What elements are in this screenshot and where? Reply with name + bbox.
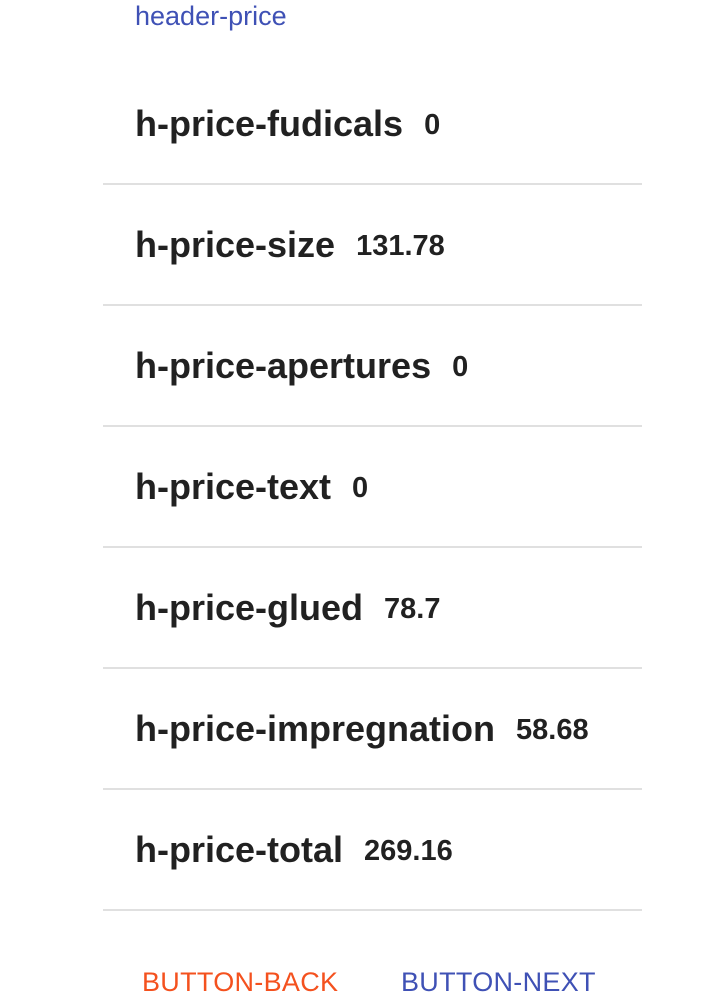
price-label: h-price-impregnation xyxy=(135,707,496,749)
action-buttons: BUTTON-BACK BUTTON-NEXT xyxy=(0,962,720,1000)
price-label: h-price-text xyxy=(135,465,332,507)
price-value: 58.68 xyxy=(516,714,589,746)
price-label: h-price-size xyxy=(135,223,336,265)
price-row-impregnation: h-price-impregnation 58.68 xyxy=(103,669,642,790)
price-value: 131.78 xyxy=(356,230,445,262)
price-label: h-price-total xyxy=(135,828,344,870)
price-label: h-price-glued xyxy=(135,586,364,628)
back-button[interactable]: BUTTON-BACK xyxy=(142,962,338,1000)
price-row-size: h-price-size 131.78 xyxy=(103,185,642,306)
price-value: 78.7 xyxy=(384,593,441,625)
price-value: 0 xyxy=(424,109,441,141)
price-value: 269.16 xyxy=(364,835,453,867)
next-button[interactable]: BUTTON-NEXT xyxy=(401,962,596,1000)
price-label: h-price-fudicals xyxy=(135,102,404,144)
price-row-glued: h-price-glued 78.7 xyxy=(103,548,642,669)
price-page: header-price h-price-fudicals 0 h-price-… xyxy=(0,0,720,1000)
price-row-apertures: h-price-apertures 0 xyxy=(103,306,642,427)
price-list: h-price-fudicals 0 h-price-size 131.78 h… xyxy=(103,64,642,911)
price-value: 0 xyxy=(452,351,469,383)
price-row-text: h-price-text 0 xyxy=(103,427,642,548)
price-row-fudicals: h-price-fudicals 0 xyxy=(103,64,642,185)
header-price-link[interactable]: header-price xyxy=(135,0,287,32)
price-label: h-price-apertures xyxy=(135,344,432,386)
price-value: 0 xyxy=(352,472,369,504)
price-row-total: h-price-total 269.16 xyxy=(103,790,642,911)
